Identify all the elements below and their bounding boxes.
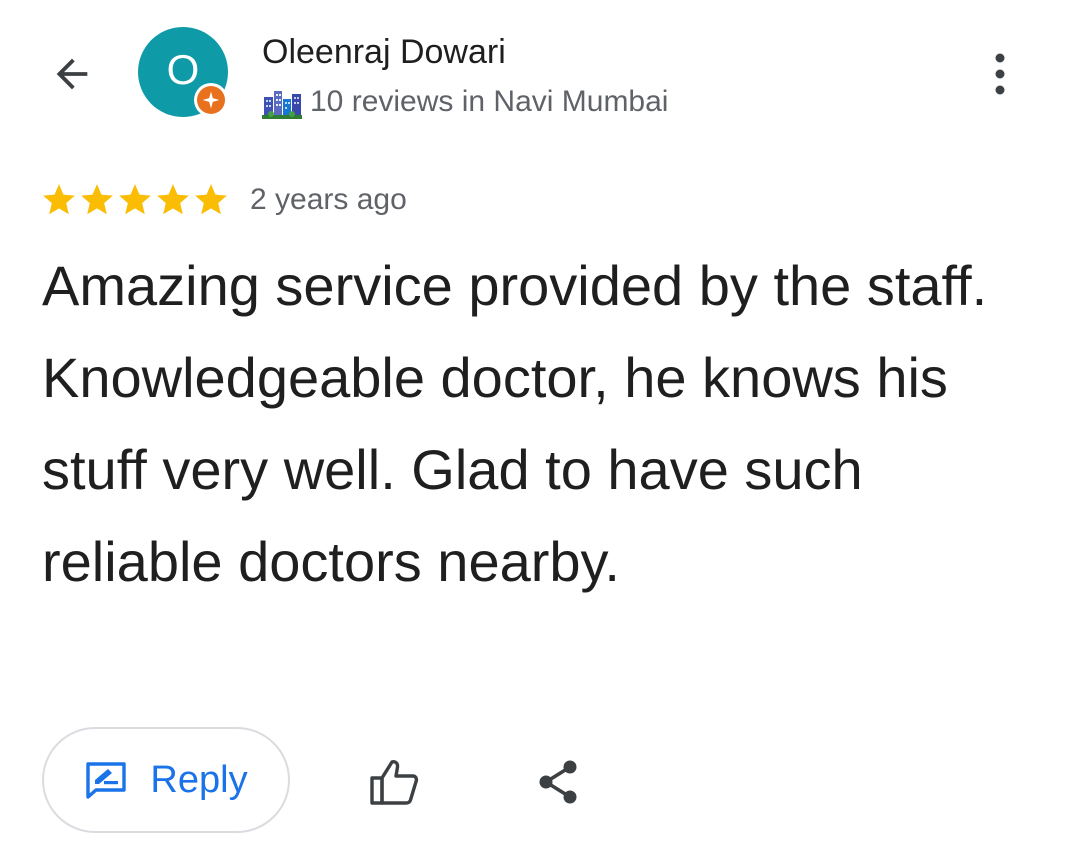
local-guide-badge-icon — [197, 86, 225, 114]
more-vert-icon — [995, 53, 1005, 95]
reply-button[interactable]: Reply — [42, 727, 290, 833]
review-date: 2 years ago — [250, 183, 407, 216]
star-icon — [81, 184, 113, 215]
star-icon — [157, 184, 189, 215]
reply-label: Reply — [150, 758, 248, 801]
reviewer-name[interactable]: Oleenraj Dowari — [262, 30, 506, 74]
rate-review-icon — [86, 762, 127, 799]
like-button[interactable] — [362, 750, 426, 814]
more-options-button[interactable] — [972, 44, 1028, 104]
review-text: Amazing service provided by the staff. K… — [42, 254, 988, 593]
reviewer-meta: 10 reviews in Navi Mumbai — [262, 82, 668, 122]
reviews-summary: 10 reviews in Navi Mumbai — [310, 85, 669, 118]
local-guide-badge — [194, 83, 228, 117]
share-button[interactable] — [526, 750, 590, 814]
rating-row: 2 years ago — [40, 178, 407, 222]
back-button[interactable] — [44, 46, 100, 102]
arrow-back-icon — [56, 58, 88, 90]
avatar-letter: O — [166, 46, 200, 93]
cityscape-icon — [262, 91, 302, 119]
star-icon — [119, 184, 151, 215]
star-icon — [195, 184, 227, 215]
star-icon — [43, 184, 75, 215]
share-icon — [539, 760, 577, 804]
thumb-up-icon — [370, 760, 419, 805]
star-rating — [40, 181, 230, 219]
